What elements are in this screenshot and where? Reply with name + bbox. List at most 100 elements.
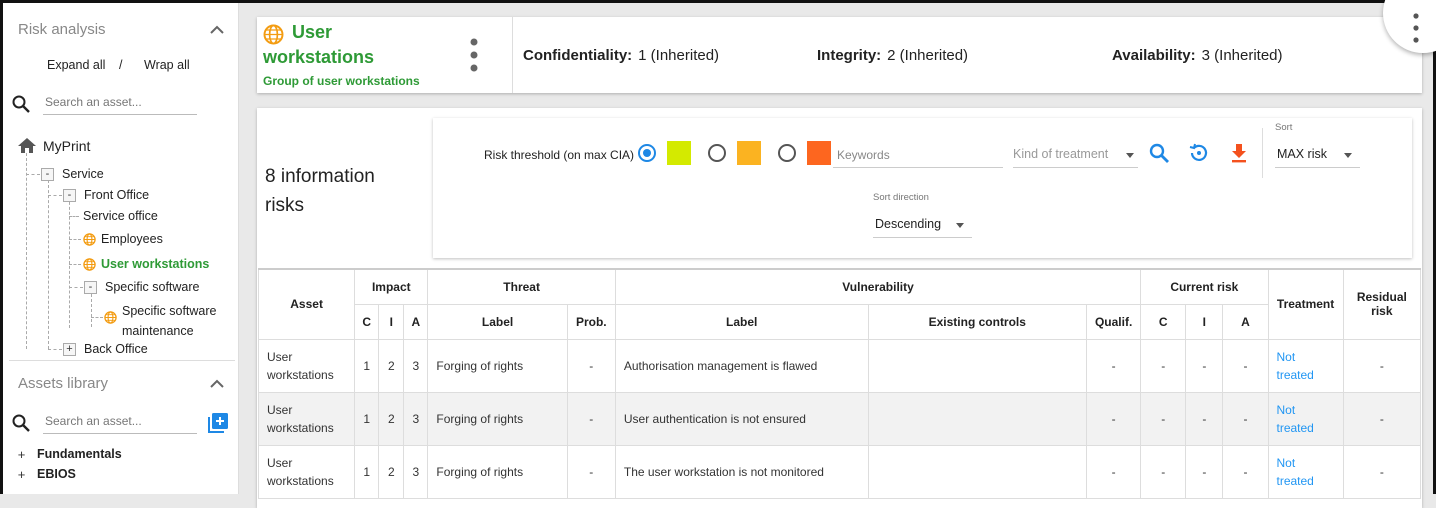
tree-root-label: MyPrint <box>43 137 91 154</box>
col-vuln-label[interactable]: Label <box>614 303 869 340</box>
treatment-link[interactable]: Not treated <box>1277 403 1314 435</box>
library-item-ebios[interactable]: + EBIOS <box>15 467 76 482</box>
impact-i-cell: 2 <box>378 444 405 499</box>
prob-cell[interactable]: - <box>566 444 616 499</box>
tree-node-service-office[interactable]: Service office <box>83 209 158 223</box>
download-icon[interactable] <box>1228 142 1252 166</box>
search-icon[interactable] <box>1148 142 1172 166</box>
tree-node-employees[interactable]: Employees <box>83 232 163 246</box>
expand-all-link[interactable]: Expand all <box>47 58 105 72</box>
risk-i-cell: - <box>1185 338 1224 393</box>
search-icon <box>11 94 31 114</box>
globe-icon <box>83 257 96 271</box>
col-treatment[interactable]: Treatment <box>1267 268 1344 340</box>
existing-controls-cell[interactable] <box>867 391 1088 446</box>
col-qualif[interactable]: Qualif. <box>1086 303 1142 340</box>
link-separator: / <box>119 58 123 72</box>
risk-c-cell: - <box>1140 391 1187 446</box>
wrap-all-link[interactable]: Wrap all <box>144 58 190 72</box>
asset-subtitle: Group of user workstations <box>263 74 420 88</box>
col-existing-controls[interactable]: Existing controls <box>867 303 1088 340</box>
risk-analysis-header[interactable]: Risk analysis <box>3 9 239 49</box>
dropdown-caret-icon <box>956 222 964 228</box>
reset-icon[interactable] <box>1188 142 1212 166</box>
threshold-radio-high[interactable] <box>778 144 796 162</box>
col-risk-i[interactable]: I <box>1185 303 1224 340</box>
expand-toggle[interactable]: + <box>15 447 28 462</box>
expand-toggle[interactable]: + <box>15 467 28 482</box>
more-vert-icon <box>1413 13 1419 43</box>
col-risk-a[interactable]: A <box>1222 303 1269 340</box>
col-risk-c[interactable]: C <box>1140 303 1187 340</box>
risk-c-cell: - <box>1140 338 1187 393</box>
add-asset-icon[interactable] <box>207 412 229 434</box>
treatment-link[interactable]: Not treated <box>1277 456 1314 488</box>
threshold-radio-medium[interactable] <box>708 144 726 162</box>
tree-node-service[interactable]: - Service <box>41 167 104 181</box>
col-asset[interactable]: Asset <box>257 268 356 340</box>
tree-root[interactable]: MyPrint <box>17 137 90 154</box>
dropdown-caret-icon <box>1126 152 1134 158</box>
col-threat: Threat <box>427 268 616 305</box>
chevron-up-icon[interactable] <box>209 21 225 37</box>
residual-cell: - <box>1342 338 1422 393</box>
asset-search-input[interactable] <box>43 89 197 115</box>
risk-a-cell: - <box>1222 338 1269 393</box>
tree-node-specific-software-maintenance[interactable]: Specific software maintenance <box>104 301 216 341</box>
existing-controls-cell[interactable] <box>867 444 1088 499</box>
risk-a-cell: - <box>1222 444 1269 499</box>
more-vert-icon[interactable] <box>467 37 481 73</box>
treatment-cell: Not treated <box>1267 338 1344 393</box>
sort-select[interactable]: Sort MAX risk <box>1275 122 1360 168</box>
risk-analysis-title: Risk analysis <box>18 20 106 38</box>
col-impact-i[interactable]: I <box>378 303 405 340</box>
impact-a-cell: 3 <box>403 391 429 446</box>
header-divider <box>512 17 513 93</box>
library-search-row <box>11 408 201 436</box>
col-threat-prob[interactable]: Prob. <box>566 303 616 340</box>
availability: Availability: 3 (Inherited) <box>1112 47 1283 64</box>
risks-card: 8 information risks Risk threshold (on ma… <box>257 108 1422 508</box>
collapse-toggle[interactable]: - <box>84 280 97 294</box>
kind-of-treatment-select[interactable]: Kind of treatment <box>1013 142 1138 168</box>
tree-node-user-workstations[interactable]: User workstations <box>83 257 209 271</box>
tree-node-front-office[interactable]: - Front Office <box>63 188 149 202</box>
filter-divider <box>1262 128 1263 178</box>
col-impact-c[interactable]: C <box>354 303 380 340</box>
risk-count: 8 information risks <box>265 166 375 216</box>
library-item-fundamentals[interactable]: + Fundamentals <box>15 447 122 462</box>
treatment-link[interactable]: Not treated <box>1277 350 1314 382</box>
existing-controls-cell[interactable] <box>867 338 1088 393</box>
table-row[interactable]: User workstations 1 2 3 Forging of rights… <box>257 338 1422 393</box>
table-row[interactable]: User workstations 1 2 3 Forging of rights… <box>257 391 1422 446</box>
impact-i-cell: 2 <box>378 338 405 393</box>
risk-a-cell: - <box>1222 391 1269 446</box>
col-impact-a[interactable]: A <box>403 303 429 340</box>
collapse-toggle[interactable]: - <box>63 188 76 202</box>
chevron-up-icon[interactable] <box>209 375 225 391</box>
tree-node-label-selected: User workstations <box>101 257 210 271</box>
table-row[interactable]: User workstations 1 2 3 Forging of rights… <box>257 444 1422 499</box>
prob-cell[interactable]: - <box>566 391 616 446</box>
library-search-input[interactable] <box>43 408 197 434</box>
home-icon <box>18 138 36 153</box>
filter-panel: Risk threshold (on max CIA) Kind of trea… <box>433 118 1412 258</box>
qualif-cell[interactable]: - <box>1086 391 1142 446</box>
prob-cell[interactable]: - <box>566 338 616 393</box>
collapse-toggle[interactable]: - <box>41 167 54 181</box>
qualif-cell[interactable]: - <box>1086 338 1142 393</box>
tree-node-back-office[interactable]: + Back Office <box>63 342 148 356</box>
keywords-input[interactable] <box>833 142 1003 167</box>
sort-direction-select[interactable]: Sort direction Descending <box>873 192 972 238</box>
tree-node-specific-software[interactable]: - Specific software <box>84 280 199 294</box>
globe-icon <box>104 311 117 324</box>
expand-toggle[interactable]: + <box>63 342 76 356</box>
col-threat-label[interactable]: Label <box>427 303 568 340</box>
threshold-radio-low[interactable] <box>638 144 656 162</box>
tree-node-label: Service office <box>83 209 158 223</box>
qualif-cell[interactable]: - <box>1086 444 1142 499</box>
treatment-cell: Not treated <box>1267 444 1344 499</box>
confidentiality: Confidentiality: 1 (Inherited) <box>523 47 720 64</box>
assets-library-header[interactable]: Assets library <box>3 363 239 403</box>
col-residual-risk[interactable]: Residual risk <box>1342 268 1422 340</box>
